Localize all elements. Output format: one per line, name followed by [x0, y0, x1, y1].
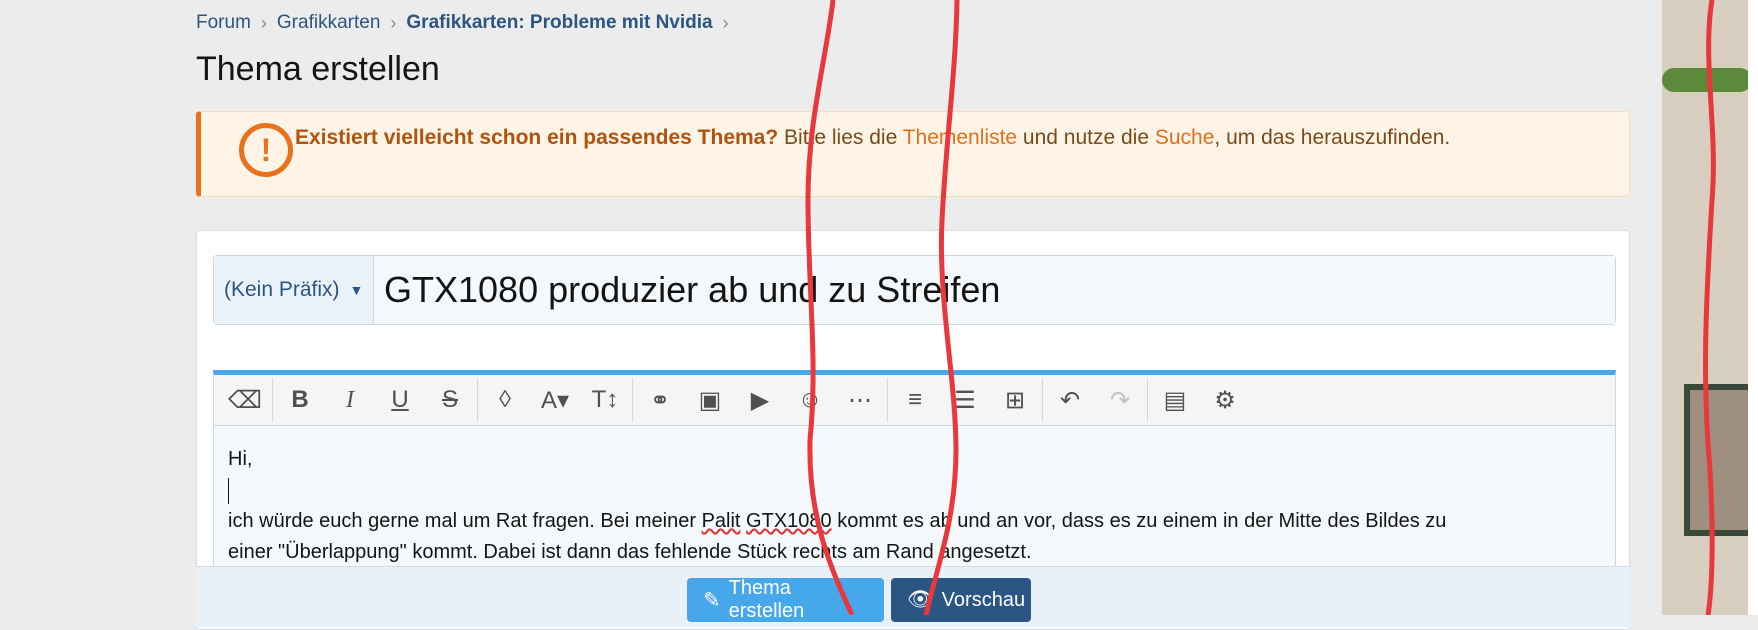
chevron-right-icon: ›	[260, 12, 267, 33]
breadcrumb: Forum › Grafikkarten › Grafikkarten: Pro…	[196, 12, 739, 34]
page-title: Thema erstellen	[196, 50, 440, 88]
title-row: (Kein Präfix) ▼	[213, 255, 1616, 325]
create-thread-button[interactable]: ✎ Thema erstellen	[687, 577, 884, 622]
prefix-label: (Kein Präfix)	[224, 278, 340, 301]
notice-banner: ! Existiert vielleicht schon ein passend…	[196, 111, 1630, 197]
editor-text: kommt es ab und an vor, dass es zu einem…	[831, 510, 1447, 532]
editor-line-empty	[228, 475, 1601, 506]
font-size-icon[interactable]: T↕	[580, 380, 630, 420]
editor-content[interactable]: Hi, ich würde euch gerne mal um Rat frag…	[214, 426, 1615, 586]
toolbar-divider	[1042, 378, 1043, 422]
redo-icon[interactable]: ↷	[1095, 380, 1145, 420]
italic-icon[interactable]: I	[325, 380, 375, 420]
right-edge-strip	[1748, 0, 1758, 615]
editor-line: einer "Überlappung" kommt. Dabei ist dan…	[228, 541, 1032, 563]
toolbar-divider	[272, 378, 273, 422]
submit-bar: ✎ Thema erstellen 👁 Vorschau	[196, 566, 1630, 627]
spellcheck-error-text: Palit	[701, 510, 741, 532]
caret-down-icon: ▼	[349, 282, 364, 298]
thread-title-input[interactable]	[374, 256, 1615, 324]
exclamation-circle-icon: !	[239, 123, 293, 177]
thread-list-link[interactable]: Themenliste	[903, 126, 1017, 149]
preview-label: Vorschau	[941, 588, 1026, 611]
toolbar-divider	[1147, 378, 1148, 422]
editor-line: Hi,	[228, 448, 253, 470]
chevron-right-icon: ›	[390, 12, 397, 33]
editor-toolbar: ⌫ B I U S ◊ A▾ T↕ ⚭ ▣ ▶ ☺ ⋯ ≡ ☰ ⊞ ↶ ↷ ▤ …	[214, 375, 1615, 426]
text-cursor	[228, 477, 229, 504]
toolbar-divider	[887, 378, 888, 422]
eye-icon: 👁	[907, 588, 934, 611]
breadcrumb-link-current[interactable]: Grafikkarten: Probleme mit Nvidia	[406, 12, 712, 34]
prefix-select[interactable]: (Kein Präfix) ▼	[214, 256, 374, 324]
notice-text-part: , um das herauszufinden.	[1214, 126, 1451, 149]
rich-text-editor: ⌫ B I U S ◊ A▾ T↕ ⚭ ▣ ▶ ☺ ⋯ ≡ ☰ ⊞ ↶ ↷ ▤ …	[213, 370, 1616, 590]
image-icon[interactable]: ▣	[685, 380, 735, 420]
more-icon[interactable]: ⋯	[835, 380, 885, 420]
chevron-right-icon: ›	[722, 12, 729, 33]
side-decoration	[1662, 0, 1756, 615]
eraser-icon[interactable]: ⌫	[220, 380, 270, 420]
crocodile-image	[1662, 68, 1752, 92]
breadcrumb-link-grafikkarten[interactable]: Grafikkarten	[277, 12, 380, 34]
underline-icon[interactable]: U	[375, 380, 425, 420]
notice-text-part: Bitte lies die	[778, 126, 903, 149]
editor-line: ich würde euch gerne mal um Rat fragen. …	[228, 506, 1601, 537]
editor-text: ich würde euch gerne mal um Rat fragen. …	[228, 510, 702, 532]
settings-icon[interactable]: ⚙	[1200, 380, 1250, 420]
edit-icon: ✎	[703, 588, 721, 612]
preview-button[interactable]: 👁 Vorschau	[891, 578, 1031, 622]
table-icon[interactable]: ⊞	[990, 380, 1040, 420]
undo-icon[interactable]: ↶	[1045, 380, 1095, 420]
emoji-icon[interactable]: ☺	[785, 380, 835, 420]
search-link[interactable]: Suche	[1155, 126, 1215, 149]
strikethrough-icon[interactable]: S	[425, 380, 475, 420]
framed-picture	[1684, 384, 1756, 536]
toolbar-divider	[632, 378, 633, 422]
list-icon[interactable]: ☰	[940, 380, 990, 420]
spellcheck-error-text: GTX1080	[746, 510, 832, 532]
create-thread-label: Thema erstellen	[728, 577, 805, 622]
notice-bold-text: Existiert vielleicht schon ein passendes…	[295, 126, 779, 149]
notice-text: Existiert vielleicht schon ein passendes…	[295, 126, 1450, 150]
bold-icon[interactable]: B	[275, 380, 325, 420]
link-icon[interactable]: ⚭	[635, 380, 685, 420]
video-icon[interactable]: ▶	[735, 380, 785, 420]
notice-text-part: und nutze die	[1017, 126, 1155, 149]
drafts-icon[interactable]: ▤	[1150, 380, 1200, 420]
toolbar-divider	[477, 378, 478, 422]
text-color-icon[interactable]: ◊	[480, 380, 530, 420]
align-icon[interactable]: ≡	[890, 380, 940, 420]
font-family-icon[interactable]: A▾	[530, 380, 580, 420]
breadcrumb-link-forum[interactable]: Forum	[196, 12, 251, 34]
